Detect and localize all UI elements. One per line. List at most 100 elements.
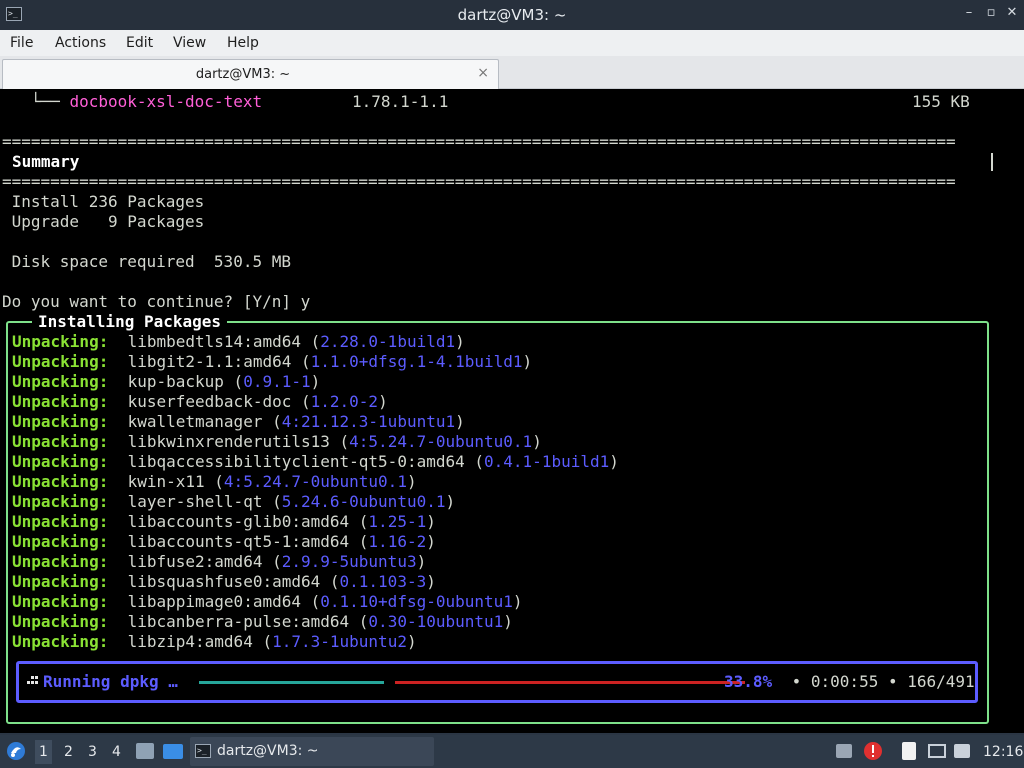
unpacking-label: Unpacking: [12, 332, 109, 351]
workspace-4[interactable]: 4 [112, 744, 121, 760]
volume-icon[interactable] [954, 744, 970, 758]
workspace-1[interactable]: 1 [35, 740, 52, 764]
summary-title: Summary [12, 152, 80, 171]
unpacking-row: Unpacking: libmbedtls14:amd64 (2.28.0-1b… [12, 332, 465, 351]
unpacking-row: Unpacking: libgit2-1.1:amd64 (1.1.0+dfsg… [12, 352, 533, 371]
unpacking-label: Unpacking: [12, 412, 109, 431]
clipboard-icon[interactable] [902, 742, 916, 760]
continue-prompt: Do you want to continue? [Y/n] y [2, 292, 311, 311]
package-name: libsquashfuse0:amd64 [127, 572, 321, 591]
package-version: 2.9.9-5ubuntu3 [281, 552, 417, 571]
package-version: 1.2.0-2 [310, 392, 379, 411]
start-menu-icon[interactable] [6, 741, 26, 761]
tab-bar: dartz@VM3: ~ × [0, 56, 1024, 89]
package-version: 0.1.10+dfsg-0ubuntu1 [320, 592, 513, 611]
menu-bar: File Actions Edit View Help [0, 30, 1024, 56]
package-name: libmbedtls14:amd64 [127, 332, 301, 351]
package-name: libgit2-1.1:amd64 [127, 352, 292, 371]
menu-file[interactable]: File [10, 35, 33, 51]
package-name: kwalletmanager [127, 412, 263, 431]
package-version: 1.25-1 [368, 512, 427, 531]
unpacking-label: Unpacking: [12, 612, 109, 631]
menu-edit[interactable]: Edit [126, 35, 153, 51]
unpacking-label: Unpacking: [12, 392, 109, 411]
unpacking-label: Unpacking: [12, 592, 109, 611]
progress-bar-complete [199, 681, 384, 684]
unpacking-label: Unpacking: [12, 632, 109, 651]
unpacking-label: Unpacking: [12, 472, 109, 491]
unpacking-row: Unpacking: kwalletmanager (4:21.12.3-1ub… [12, 412, 465, 431]
package-name: libfuse2:amd64 [127, 552, 263, 571]
package-name: kup-backup [127, 372, 224, 391]
progress-bar-remaining [395, 681, 745, 684]
separator-rule: ========================================… [2, 172, 956, 191]
summary-upgrade-line: Upgrade 9 Packages [2, 212, 205, 231]
progress-label: Running dpkg … [43, 672, 178, 691]
tab-terminal[interactable]: dartz@VM3: ~ × [2, 59, 499, 89]
unpacking-row: Unpacking: kwin-x11 (4:5.24.7-0ubuntu0.1… [12, 472, 417, 491]
tree-line: └── docbook-xsl-doc-text [2, 92, 262, 112]
summary-install-line: Install 236 Packages [2, 192, 205, 211]
maximize-icon[interactable]: ▫ [984, 6, 998, 20]
tree-prefix: └── [2, 92, 70, 111]
scroll-marker [991, 153, 993, 171]
update-alert-icon[interactable] [863, 741, 883, 761]
package-name: kwin-x11 [127, 472, 205, 491]
unpacking-row: Unpacking: kuserfeedback-doc (1.2.0-2) [12, 392, 388, 411]
summary-disk-line: Disk space required 530.5 MB [2, 252, 291, 271]
unpacking-row: Unpacking: kup-backup (0.9.1-1) [12, 372, 321, 391]
taskbar-window-button[interactable]: >_ dartz@VM3: ~ [190, 737, 434, 766]
package-name: layer-shell-qt [127, 492, 263, 511]
package-name: libzip4:amd64 [127, 632, 253, 651]
package-version: 1.1.0+dfsg.1-4.1build1 [310, 352, 523, 371]
unpacking-row: Unpacking: libaccounts-glib0:amd64 (1.25… [12, 512, 436, 531]
terminal-output[interactable]: └── docbook-xsl-doc-text 1.78.1-1.1 155 … [0, 89, 1024, 733]
progress-panel: Running dpkg … 33.8% • 0:00:55 • 166/491 [16, 661, 978, 703]
network-icon[interactable] [928, 744, 946, 758]
package-version: 0.4.1-1build1 [484, 452, 610, 471]
unpacking-row: Unpacking: libaccounts-qt5-1:amd64 (1.16… [12, 532, 436, 551]
package-version: 4:5.24.7-0ubuntu0.1 [349, 432, 533, 451]
keyboard-layout-icon[interactable] [836, 744, 852, 758]
show-desktop-icon[interactable] [163, 744, 183, 759]
package-version: 5.24.6-0ubuntu0.1 [281, 492, 446, 511]
window-title: dartz@VM3: ~ [457, 6, 567, 24]
terminal-app-icon: >_ [195, 744, 211, 758]
taskbar-window-label: dartz@VM3: ~ [217, 743, 319, 759]
workspace-2[interactable]: 2 [64, 744, 73, 760]
package-name: libappimage0:amd64 [127, 592, 301, 611]
package-version: 2.28.0-1build1 [320, 332, 456, 351]
package-version: 0.9.1-1 [243, 372, 311, 391]
package-version: 0.30-10ubuntu1 [368, 612, 504, 631]
menu-view[interactable]: View [173, 35, 206, 51]
taskbar: 1 2 3 4 >_ dartz@VM3: ~ 12:16 [0, 735, 1024, 768]
unpacking-label: Unpacking: [12, 372, 109, 391]
unpacking-label: Unpacking: [12, 352, 109, 371]
minimize-icon[interactable]: – [962, 6, 976, 20]
close-icon[interactable]: ✕ [1005, 6, 1019, 20]
unpacking-label: Unpacking: [12, 512, 109, 531]
file-manager-icon[interactable] [136, 743, 154, 759]
tree-package-version: 1.78.1-1.1 [352, 92, 449, 111]
tab-label: dartz@VM3: ~ [195, 67, 291, 82]
menu-actions[interactable]: Actions [55, 35, 106, 51]
unpacking-label: Unpacking: [12, 552, 109, 571]
package-version: 1.7.3-1ubuntu2 [272, 632, 407, 651]
package-version: 4:5.24.7-0ubuntu0.1 [223, 472, 407, 491]
workspace-3[interactable]: 3 [88, 744, 97, 760]
progress-percent: 33.8% [724, 672, 773, 691]
unpacking-label: Unpacking: [12, 492, 109, 511]
tab-close-icon[interactable]: × [477, 65, 489, 81]
spinner-icon [27, 672, 39, 690]
package-name: libaccounts-qt5-1:amd64 [127, 532, 350, 551]
unpacking-row: Unpacking: libcanberra-pulse:amd64 (0.30… [12, 612, 513, 631]
clock[interactable]: 12:16 [983, 744, 1023, 760]
unpacking-label: Unpacking: [12, 532, 109, 551]
unpacking-row: Unpacking: libfuse2:amd64 (2.9.9-5ubuntu… [12, 552, 427, 571]
unpacking-row: Unpacking: libsquashfuse0:amd64 (0.1.103… [12, 572, 436, 591]
progress-stats: • 0:00:55 • 166/491 [782, 672, 975, 691]
unpacking-label: Unpacking: [12, 572, 109, 591]
unpacking-label: Unpacking: [12, 432, 109, 451]
unpacking-row: Unpacking: libappimage0:amd64 (0.1.10+df… [12, 592, 523, 611]
menu-help[interactable]: Help [227, 35, 259, 51]
